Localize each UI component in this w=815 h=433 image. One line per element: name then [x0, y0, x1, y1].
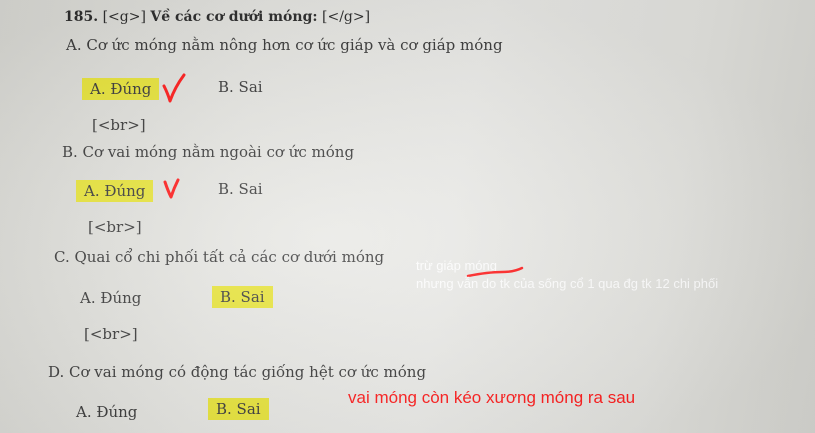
- separator-b: [<br>]: [88, 218, 142, 236]
- answer-b-false: B. Sai: [218, 180, 263, 198]
- annotation-c-line2: nhưng vẫn do tk của sống cổ 1 qua đg tk …: [416, 276, 719, 291]
- statement-d: D. Cơ vai móng có động tác giống hệt cơ …: [48, 363, 427, 381]
- red-checkmark-icon: [163, 178, 180, 199]
- statement-b: B. Cơ vai móng nằm ngoài cơ ức móng: [62, 143, 355, 161]
- answer-d-true: A. Đúng: [76, 403, 138, 421]
- separator-a: [<br>]: [92, 116, 146, 134]
- answer-b-true-highlighted: A. Đúng: [76, 180, 154, 202]
- statement-c: C. Quai cổ chi phối tất cả các cơ dưới m…: [54, 248, 385, 266]
- answer-a-true-highlighted: A. Đúng: [82, 78, 160, 100]
- answer-c-true: A. Đúng: [80, 289, 142, 307]
- question-header: 185. [<g>] Về các cơ dưới móng: [</g>]: [64, 9, 370, 25]
- question-tag-open: [<g>]: [102, 9, 146, 25]
- question-tag-close: [</g>]: [322, 9, 371, 25]
- annotation-d: vai móng còn kéo xương móng ra sau: [348, 388, 636, 407]
- answer-c-false-highlighted: B. Sai: [212, 286, 273, 308]
- separator-c: [<br>]: [84, 325, 138, 343]
- answer-a-false: B. Sai: [218, 78, 263, 96]
- red-checkmark-icon: [162, 73, 186, 103]
- question-title: Về các cơ dưới móng:: [150, 9, 318, 25]
- statement-a: A. Cơ ức móng nằm nông hơn cơ ức giáp và…: [66, 36, 503, 54]
- question-number: 185.: [64, 9, 99, 25]
- answer-d-false-highlighted: B. Sai: [208, 398, 269, 420]
